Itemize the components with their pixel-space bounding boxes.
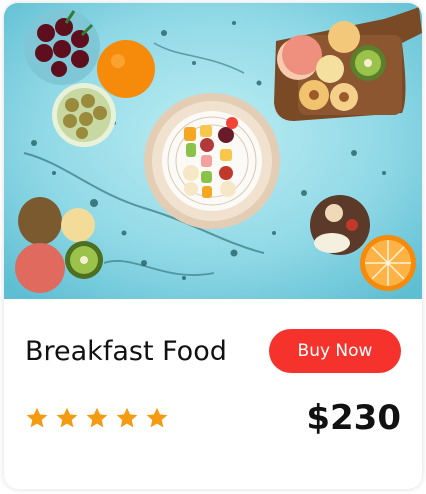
star-icon xyxy=(56,407,78,428)
star-icon xyxy=(26,407,48,428)
star-icon xyxy=(86,407,108,428)
product-title: Breakfast Food xyxy=(25,336,227,367)
rating-stars xyxy=(24,405,170,435)
star-icon xyxy=(116,407,138,428)
product-card: Breakfast Food Buy Now $230 xyxy=(4,3,422,489)
product-price: $230 xyxy=(306,398,401,438)
buy-now-button[interactable]: Buy Now xyxy=(269,329,401,373)
star-icon xyxy=(146,407,168,428)
food-photo[interactable] xyxy=(4,3,422,299)
